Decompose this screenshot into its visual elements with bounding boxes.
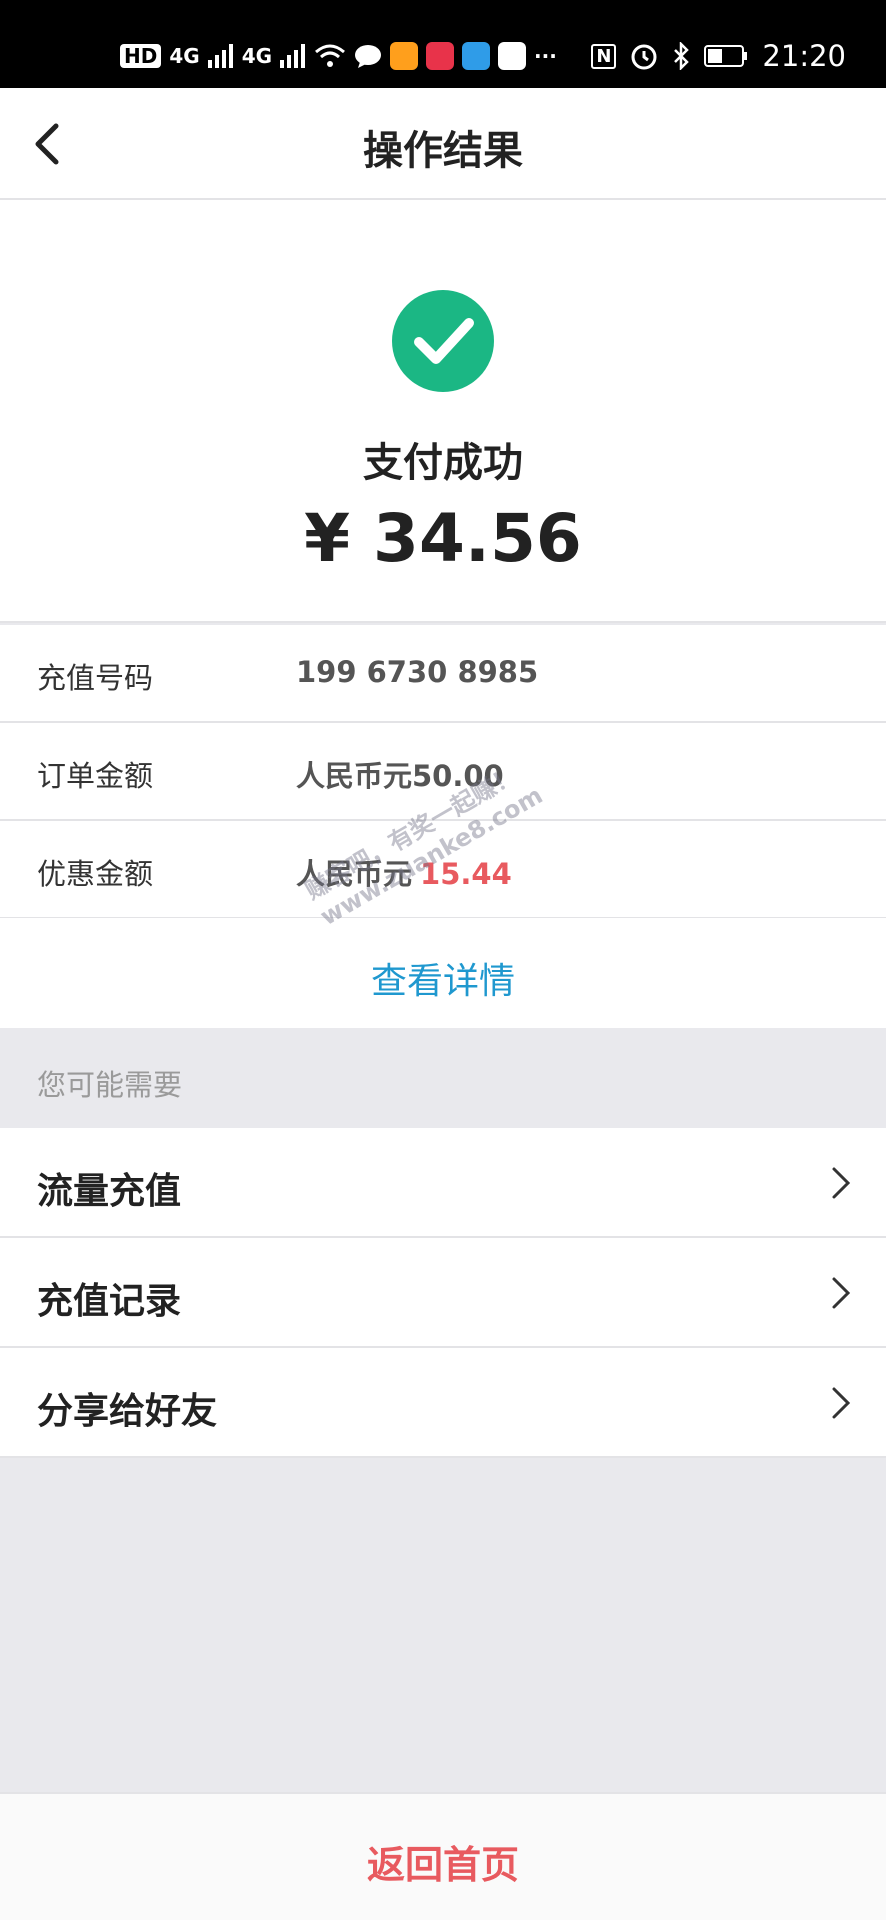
bluetooth-icon <box>674 42 690 70</box>
signal-icon <box>207 44 233 68</box>
hd-badge: HD <box>120 44 162 68</box>
navigation-bar: 操作结果 <box>0 88 886 200</box>
detail-label: 充值号码 <box>37 661 154 695</box>
detail-row-phone: 充值号码 199 6730 8985 <box>0 625 886 723</box>
menu-item-label: 分享给好友 <box>37 1391 218 1432</box>
menu-item-recharge-history[interactable]: 充值记录 <box>0 1238 886 1348</box>
menu-item-data-topup[interactable]: 流量充值 <box>0 1128 886 1238</box>
menu-item-label: 充值记录 <box>37 1281 182 1322</box>
detail-label: 优惠金额 <box>37 857 154 891</box>
wifi-icon <box>315 44 346 67</box>
section-header-label: 您可能需要 <box>37 1068 183 1102</box>
section-header: 您可能需要 <box>0 1028 886 1128</box>
signal-icon-2 <box>280 44 306 68</box>
baidu-app-icon <box>498 42 527 70</box>
alarm-icon <box>631 44 657 70</box>
battery-icon <box>704 45 748 67</box>
success-check-icon <box>392 290 494 392</box>
network-type-2: 4G <box>241 44 273 68</box>
chat-icon <box>355 45 382 68</box>
app-screen: HD 4G 4G ··· N 21:20 操作结果 支付成功 ¥ 34.56 充… <box>0 0 886 1920</box>
payment-result: 支付成功 ¥ 34.56 <box>0 200 886 623</box>
status-bar-left: HD 4G 4G ··· <box>120 36 557 76</box>
map-app-icon <box>462 42 491 70</box>
menu-item-label: 流量充值 <box>37 1171 182 1212</box>
more-notifications: ··· <box>534 44 557 68</box>
view-details-row: 查看详情 <box>0 918 886 1028</box>
status-bar: HD 4G 4G ··· N 21:20 <box>0 0 886 88</box>
detail-value: 199 6730 8985 <box>296 655 539 689</box>
menu-item-share[interactable]: 分享给好友 <box>0 1348 886 1458</box>
network-type-1: 4G <box>169 44 200 68</box>
bottom-bar: 返回首页 <box>0 1792 886 1920</box>
shopping-app-icon <box>426 42 455 70</box>
chevron-right-icon <box>832 1387 851 1419</box>
video-app-icon <box>390 42 419 70</box>
status-bar-right: N 21:20 <box>591 36 846 76</box>
view-details-link[interactable]: 查看详情 <box>0 952 886 1004</box>
page-title: 操作结果 <box>363 128 523 174</box>
nfc-icon: N <box>591 43 617 69</box>
detail-label: 订单金额 <box>37 759 154 793</box>
payment-status: 支付成功 <box>363 440 523 486</box>
chevron-right-icon <box>832 1167 851 1199</box>
payment-amount: ¥ 34.56 <box>304 500 582 577</box>
chevron-right-icon <box>832 1277 851 1309</box>
clock: 21:20 <box>762 39 846 73</box>
return-home-button[interactable]: 返回首页 <box>0 1834 886 1889</box>
